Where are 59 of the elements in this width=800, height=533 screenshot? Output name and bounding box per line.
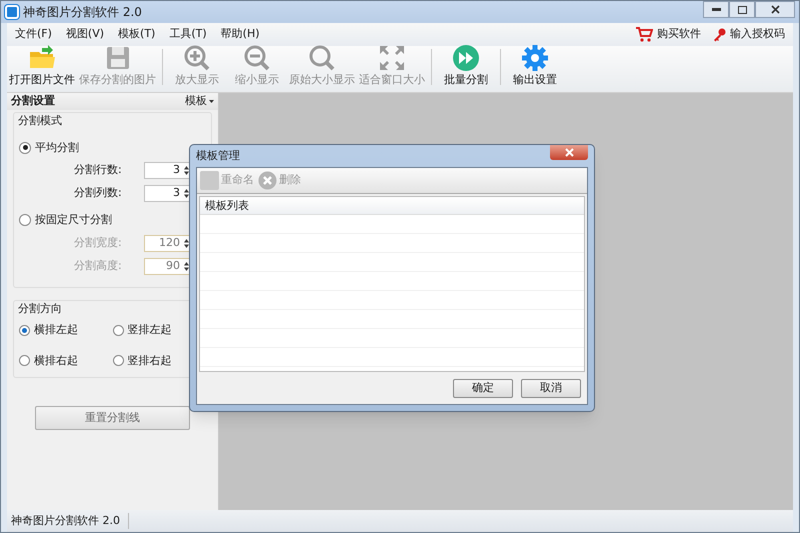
template-dropdown[interactable]: 模板: [185, 93, 214, 110]
menu-item[interactable]: 视图(V): [66, 26, 104, 43]
spin-arrows-icon: [184, 238, 189, 248]
gear-icon: [521, 44, 549, 72]
radio-label: 竖排左起: [128, 322, 172, 338]
radio-label: 平均分割: [35, 140, 79, 156]
group-title: 分割模式: [17, 113, 63, 129]
zoom-in-icon: [183, 44, 211, 72]
close-button[interactable]: [755, 1, 795, 18]
close-button[interactable]: [550, 145, 588, 160]
menu-item[interactable]: 模板(T): [118, 26, 156, 43]
radio-button[interactable]: [19, 324, 30, 336]
toolbar-button[interactable]: 输出设置: [505, 44, 565, 88]
maximize-button[interactable]: [729, 1, 755, 18]
panel-title: 分割设置: [11, 93, 55, 110]
spin-arrows-icon: [184, 262, 189, 270]
spin-arrows-icon: [184, 189, 189, 198]
menu-item[interactable]: 帮助(H): [220, 26, 260, 43]
radio-button[interactable]: [112, 355, 124, 366]
spin-arrows-icon: [184, 166, 189, 175]
toolbar-button[interactable]: 批量分割: [436, 44, 496, 88]
radio-button[interactable]: [19, 214, 31, 226]
field-label: 分割宽度:: [74, 234, 123, 251]
radio-label: 竖排右起: [128, 352, 172, 368]
radio-label: 按固定尺寸分割: [35, 212, 112, 228]
delete-icon: [258, 171, 277, 190]
toolbar-button[interactable]: 打开图片文件: [7, 44, 77, 88]
radio-button[interactable]: [112, 324, 124, 336]
app-icon: [5, 5, 19, 19]
menu-item[interactable]: 文件(F): [15, 26, 52, 43]
close-icon: [564, 148, 574, 157]
close-icon: [770, 5, 780, 14]
field-label: 分割列数:: [74, 185, 123, 202]
list-header: 模板列表: [200, 197, 584, 215]
key-icon: [713, 28, 726, 42]
magnifier-icon: [308, 44, 336, 72]
dialog-button[interactable]: 取消: [521, 378, 581, 398]
radio-button[interactable]: [19, 355, 30, 366]
dialog-button[interactable]: 确定: [453, 378, 513, 398]
menu-link[interactable]: 购买软件: [657, 26, 701, 43]
status-text: 神奇图片分割软件 2.0: [11, 512, 129, 530]
rename-icon: [200, 171, 219, 190]
menu-item[interactable]: 工具(T): [169, 26, 207, 43]
expand-arrows-icon: [378, 44, 406, 72]
dialog-title: 模板管理: [196, 148, 240, 164]
window-title: 神奇图片分割软件 2.0: [23, 4, 142, 21]
group-title: 分割方向: [17, 300, 63, 316]
fast-forward-icon: [452, 44, 480, 72]
field-label: 分割行数:: [74, 162, 123, 178]
radio-label: 横排左起: [34, 322, 78, 338]
radio-button[interactable]: [19, 142, 31, 154]
field-label: 分割高度:: [74, 258, 123, 274]
cart-icon: [636, 27, 653, 42]
menu-link[interactable]: 输入授权码: [730, 26, 785, 43]
radio-label: 横排右起: [34, 352, 78, 368]
minimize-button[interactable]: [703, 1, 729, 18]
caret-icon: [209, 100, 214, 103]
reset-button[interactable]: 重置分割线: [35, 406, 190, 430]
zoom-out-icon: [243, 44, 271, 72]
